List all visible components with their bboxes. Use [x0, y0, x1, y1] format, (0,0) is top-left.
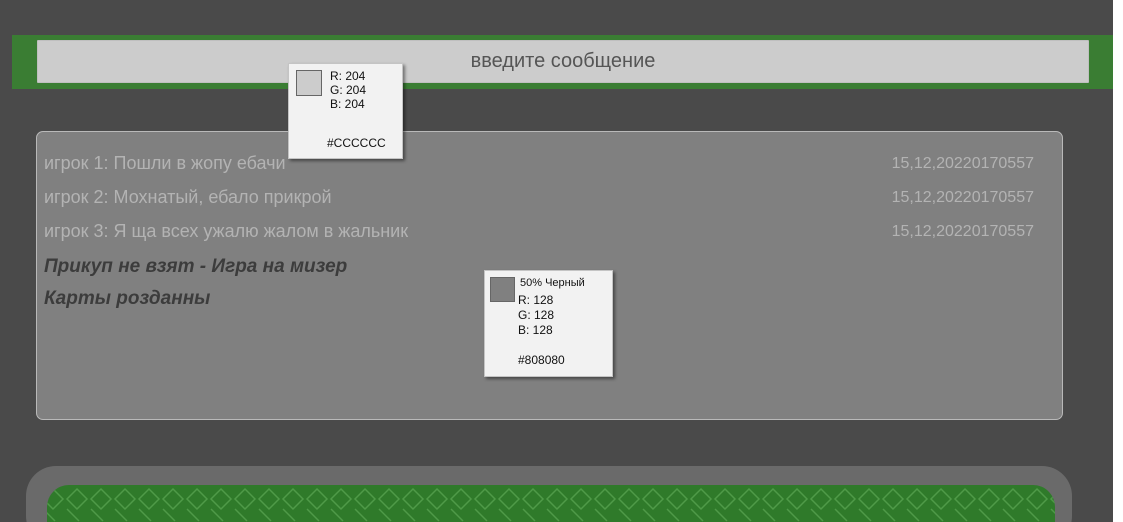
color-green-value: G: 128: [518, 308, 555, 322]
color-hex-value: #CCCCCC: [327, 136, 386, 150]
color-red-value: R: 204: [330, 69, 366, 83]
color-swatch: [296, 70, 322, 96]
color-blue-value: B: 128: [518, 323, 553, 337]
chat-message-text: игрок 3: Я ща всех ужалю жалом в жальник: [44, 221, 409, 241]
chat-message-text: игрок 1: Пошли в жопу ебачи: [44, 153, 286, 173]
system-message: Карты розданны: [44, 288, 211, 309]
chat-window: игрок 1: Пошли в жопу ебачи 15,12,202201…: [0, 0, 1113, 522]
chat-message-timestamp: 15,12,20220170557: [891, 155, 1034, 172]
color-green-value: G: 204: [330, 83, 367, 97]
color-name: 50% Черный: [520, 277, 585, 289]
card-suit-pattern-icon: [47, 487, 1055, 522]
color-blue-value: B: 204: [330, 97, 365, 111]
chat-message: игрок 2: Мохнатый, ебало прикрой 15,12,2…: [37, 187, 1062, 213]
color-hex-value: #808080: [518, 353, 565, 367]
color-red-value: R: 128: [518, 293, 554, 307]
color-picker-tooltip: R: 204 G: 204 B: 204 #CCCCCC: [288, 63, 403, 159]
game-table-felt: [47, 485, 1055, 522]
chat-message: игрок 1: Пошли в жопу ебачи 15,12,202201…: [37, 153, 1062, 179]
color-swatch: [490, 277, 515, 302]
message-input[interactable]: [37, 40, 1089, 83]
chat-message-text: игрок 2: Мохнатый, ебало прикрой: [44, 187, 332, 207]
chat-message-timestamp: 15,12,20220170557: [891, 189, 1034, 206]
system-message: Прикуп не взят - Игра на мизер: [44, 256, 348, 277]
chat-message-timestamp: 15,12,20220170557: [891, 223, 1034, 240]
color-picker-tooltip: 50% Черный R: 128 G: 128 B: 128 #808080: [484, 270, 613, 377]
chat-message: игрок 3: Я ща всех ужалю жалом в жальник…: [37, 221, 1062, 247]
